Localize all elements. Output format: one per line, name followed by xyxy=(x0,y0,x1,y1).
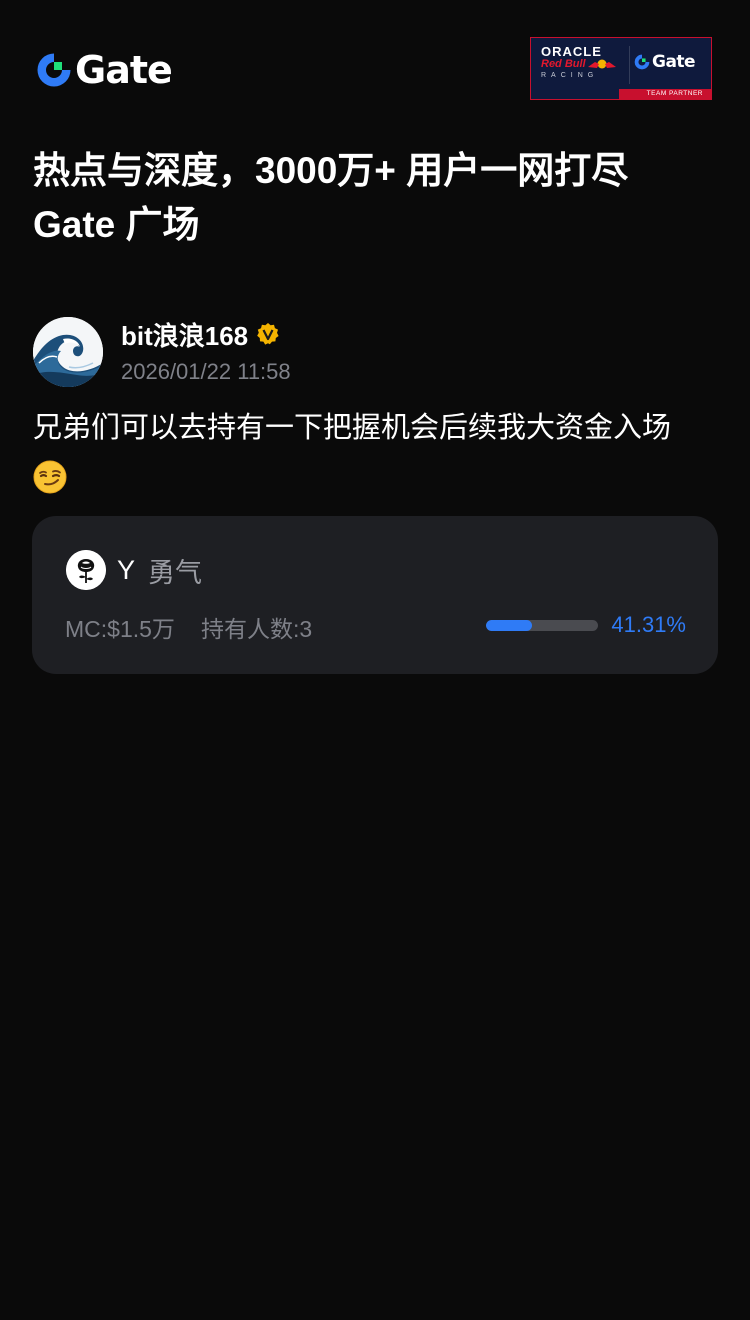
bonding-progress-fill xyxy=(486,620,533,631)
wave-avatar-image xyxy=(33,317,103,387)
token-header: Y 勇气 xyxy=(66,550,202,590)
partner-divider xyxy=(629,46,630,84)
token-symbol: Y xyxy=(117,554,136,585)
bonding-progress-bar xyxy=(486,620,598,631)
gate-logo-icon xyxy=(634,54,650,70)
partner-oracle-text: ORACLE xyxy=(541,44,602,59)
partner-gate-logo: Gate xyxy=(634,52,696,72)
post-timestamp: 2026/01/22 11:58 xyxy=(121,359,291,384)
avatar[interactable] xyxy=(33,317,103,387)
partner-tag: TEAM PARTNER xyxy=(646,90,703,97)
gate-logo[interactable]: Gate xyxy=(36,48,173,92)
token-stats: MC:$1.5万 持有人数:3 xyxy=(65,610,312,644)
post-content[interactable]: 兄弟们可以去持有一下把握机会后续我大资金入场 xyxy=(33,404,723,500)
red-bull-partner-badge[interactable]: ORACLE Red Bull RACING Gate TEAM PARTNER xyxy=(530,37,712,100)
partner-racing-text: RACING xyxy=(541,72,599,79)
top-bar: Gate ORACLE Red Bull RACING Gate TEAM PA… xyxy=(0,0,750,140)
page-headline: 热点与深度，3000万+ 用户一网打尽 Gate 广场 xyxy=(33,144,723,252)
gate-logo-icon xyxy=(37,53,71,87)
post-emoji-line xyxy=(33,452,723,500)
author-name[interactable]: bit浪浪168 xyxy=(121,316,248,353)
gate-logo-wordmark: Gate xyxy=(75,48,173,92)
rose-token-icon xyxy=(66,550,106,590)
headline-line-1: 热点与深度，3000万+ 用户一网打尽 xyxy=(33,150,629,191)
holder-count: 持有人数:3 xyxy=(200,616,313,642)
post-author-header[interactable]: bit浪浪168 2026/01/22 11:58 xyxy=(33,317,723,389)
partner-gate-wordmark: Gate xyxy=(652,52,696,72)
red-bull-icon xyxy=(588,59,616,69)
token-card[interactable]: Y 勇气 MC:$1.5万 持有人数:3 41.31% xyxy=(32,516,718,674)
partner-band: TEAM PARTNER xyxy=(531,89,711,99)
headline-line-2: Gate 广场 xyxy=(33,204,200,245)
oracle-red-bull-racing-logo: ORACLE Red Bull RACING xyxy=(531,38,627,90)
bonding-progress-label: 41.31% xyxy=(611,612,686,637)
partner-redbull-text: Red Bull xyxy=(541,58,586,70)
username-row: bit浪浪168 xyxy=(121,317,280,351)
verified-badge-icon xyxy=(257,323,279,345)
post-text: 兄弟们可以去持有一下把握机会后续我大资金入场 xyxy=(33,412,672,444)
token-name: 勇气 xyxy=(148,557,203,588)
market-cap: MC:$1.5万 xyxy=(65,616,175,642)
smirk-emoji-icon xyxy=(33,460,67,494)
